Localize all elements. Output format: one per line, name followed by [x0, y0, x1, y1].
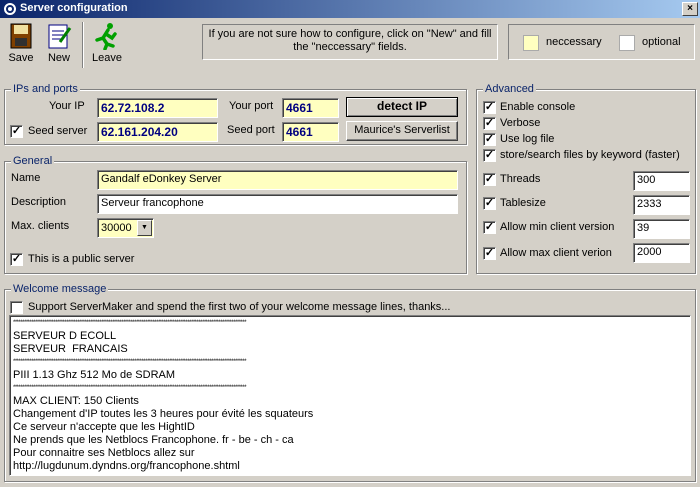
description-label: Description — [11, 196, 67, 208]
threads-checkbox[interactable]: ✓ — [483, 173, 496, 186]
seed-port-input[interactable]: 4661 — [282, 122, 339, 142]
use-log-file-checkbox[interactable]: ✓ — [483, 133, 496, 146]
max-clients-label: Max. clients — [11, 220, 70, 232]
name-input[interactable]: Gandalf eDonkey Server — [97, 170, 458, 190]
necessary-swatch — [523, 35, 539, 51]
max-client-label: Allow max client verion — [500, 247, 612, 259]
leave-label: Leave — [92, 52, 122, 64]
toolbar-separator — [82, 22, 84, 68]
welcome-message-textarea[interactable]: ****************************************… — [9, 315, 691, 476]
serverlist-button[interactable]: Maurice's Serverlist — [346, 121, 458, 141]
general-title: General — [11, 155, 55, 167]
your-port-label: Your port — [229, 100, 274, 112]
memo-line: Pour connaitre ses Netblocs allez sur — [13, 447, 195, 459]
max-client-input[interactable]: 2000 — [633, 243, 690, 263]
name-label: Name — [11, 172, 41, 184]
enable-console-checkbox[interactable]: ✓ — [483, 101, 496, 114]
new-button[interactable]: New — [40, 20, 78, 70]
seed-port-label: Seed port — [227, 124, 275, 136]
max-client-checkbox[interactable]: ✓ — [483, 247, 496, 260]
threads-input[interactable]: 300 — [633, 171, 690, 191]
use-log-file-label: Use log file — [500, 133, 555, 145]
support-servermaker-checkbox[interactable] — [10, 301, 23, 314]
optional-swatch — [619, 35, 635, 51]
title-bar: Server configuration × — [0, 0, 700, 18]
memo-line: Changement d'IP toutes les 3 heures pour… — [13, 408, 314, 420]
threads-label: Threads — [500, 173, 541, 185]
chevron-down-icon[interactable]: ▼ — [137, 220, 152, 236]
window-title: Server configuration — [20, 2, 128, 14]
memo-line: Ne prends que les Netblocs Francophone. … — [13, 434, 294, 446]
color-legend: neccessary optional — [508, 24, 695, 60]
support-servermaker-label: Support ServerMaker and spend the first … — [28, 301, 451, 313]
optional-legend-label: optional — [642, 36, 681, 48]
detect-ip-button[interactable]: detect IP — [346, 97, 458, 117]
gear-icon — [4, 3, 16, 15]
new-label: New — [47, 52, 70, 64]
memo-line: SERVEUR D ECOLL — [13, 330, 117, 342]
tablesize-input[interactable]: 2333 — [633, 195, 690, 215]
max-clients-value: 30000 — [101, 222, 132, 234]
new-document-icon — [48, 24, 72, 49]
advanced-title: Advanced — [483, 83, 536, 95]
hint-text: If you are not sure how to configure, cl… — [208, 28, 492, 53]
memo-line: Ce serveur n'accepte que les HightID — [13, 421, 195, 433]
seed-server-input[interactable]: 62.161.204.20 — [97, 122, 218, 142]
floppy-disk-icon — [10, 23, 32, 49]
public-server-label: This is a public server — [28, 253, 135, 265]
your-ip-input[interactable]: 62.72.108.2 — [97, 98, 218, 118]
welcome-title: Welcome message — [11, 283, 109, 295]
description-input[interactable]: Serveur francophone — [97, 194, 458, 214]
your-port-input[interactable]: 4661 — [282, 98, 339, 118]
ips-ports-title: IPs and ports — [11, 83, 80, 95]
min-client-input[interactable]: 39 — [633, 219, 690, 239]
memo-line: PIII 1.13 Ghz 512 Mo de SDRAM — [13, 369, 176, 381]
memo-line: SERVEUR FRANCAIS — [13, 343, 128, 355]
tablesize-checkbox[interactable]: ✓ — [483, 197, 496, 210]
seed-server-checkbox[interactable]: ✓ — [10, 125, 23, 138]
hint-box: If you are not sure how to configure, cl… — [202, 24, 498, 60]
running-man-icon — [95, 23, 117, 50]
min-client-label: Allow min client version — [500, 221, 615, 233]
memo-separator: ****************************************… — [13, 385, 247, 391]
save-label: Save — [8, 52, 34, 64]
tablesize-label: Tablesize — [500, 197, 546, 209]
verbose-checkbox[interactable]: ✓ — [483, 117, 496, 130]
max-clients-select[interactable]: 30000 ▼ — [97, 218, 154, 238]
leave-button[interactable]: Leave — [88, 20, 126, 70]
necessary-legend-label: neccessary — [546, 36, 602, 48]
store-search-label: store/search files by keyword (faster) — [500, 149, 680, 161]
verbose-label: Verbose — [500, 117, 541, 129]
save-button[interactable]: Save — [2, 20, 40, 70]
your-ip-label: Your IP — [49, 100, 85, 112]
min-client-checkbox[interactable]: ✓ — [483, 221, 496, 234]
close-button[interactable]: × — [682, 2, 698, 16]
memo-line: http://lugdunum.dyndns.org/francophone.s… — [13, 460, 240, 472]
store-search-checkbox[interactable]: ✓ — [483, 149, 496, 162]
memo-separator: ****************************************… — [13, 359, 247, 365]
memo-line: MAX CLIENT: 150 Clients — [13, 395, 139, 407]
public-server-checkbox[interactable]: ✓ — [10, 253, 23, 266]
enable-console-label: Enable console — [500, 101, 576, 113]
memo-separator: ****************************************… — [13, 320, 247, 326]
seed-server-label: Seed server — [28, 125, 88, 137]
